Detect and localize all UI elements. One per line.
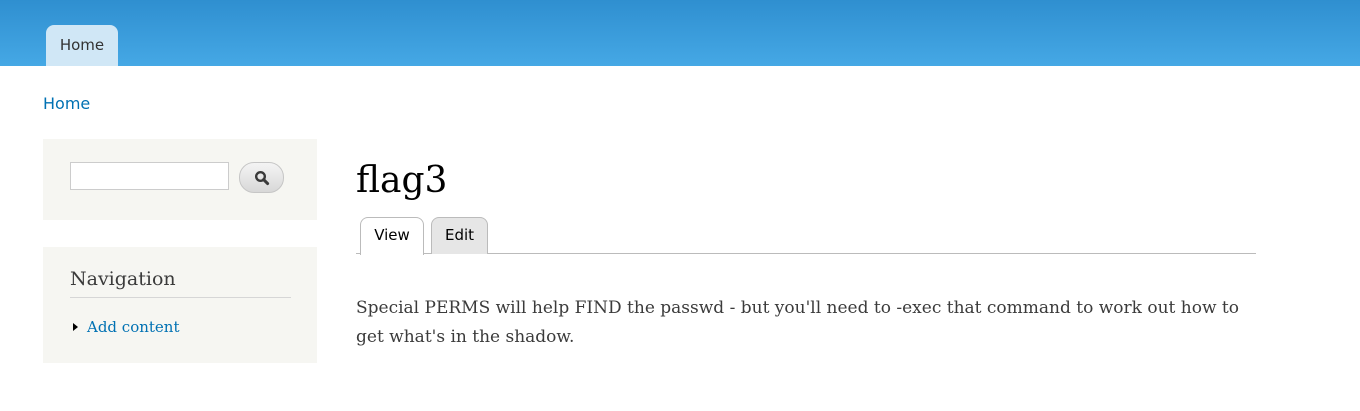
add-content-link[interactable]: Add content [87,317,180,337]
primary-tab-home[interactable]: Home [46,25,118,66]
search-button[interactable] [239,162,284,193]
node-body: Special PERMS will help FIND the passwd … [356,298,1239,347]
navigation-block: Navigation Add content [43,247,317,363]
nav-item-add-content: Add content [73,317,180,337]
search-icon [254,170,270,186]
triangle-bullet-icon [73,323,78,331]
tab-edit[interactable]: Edit [431,217,488,254]
navigation-title: Navigation [70,267,291,298]
search-input[interactable] [70,162,229,190]
search-block [43,139,317,220]
tab-view[interactable]: View [360,217,424,255]
site-header: Home [0,0,1360,66]
tabs-divider [356,253,1256,254]
page-title: flag3 [356,160,448,201]
breadcrumb-home[interactable]: Home [43,94,90,114]
